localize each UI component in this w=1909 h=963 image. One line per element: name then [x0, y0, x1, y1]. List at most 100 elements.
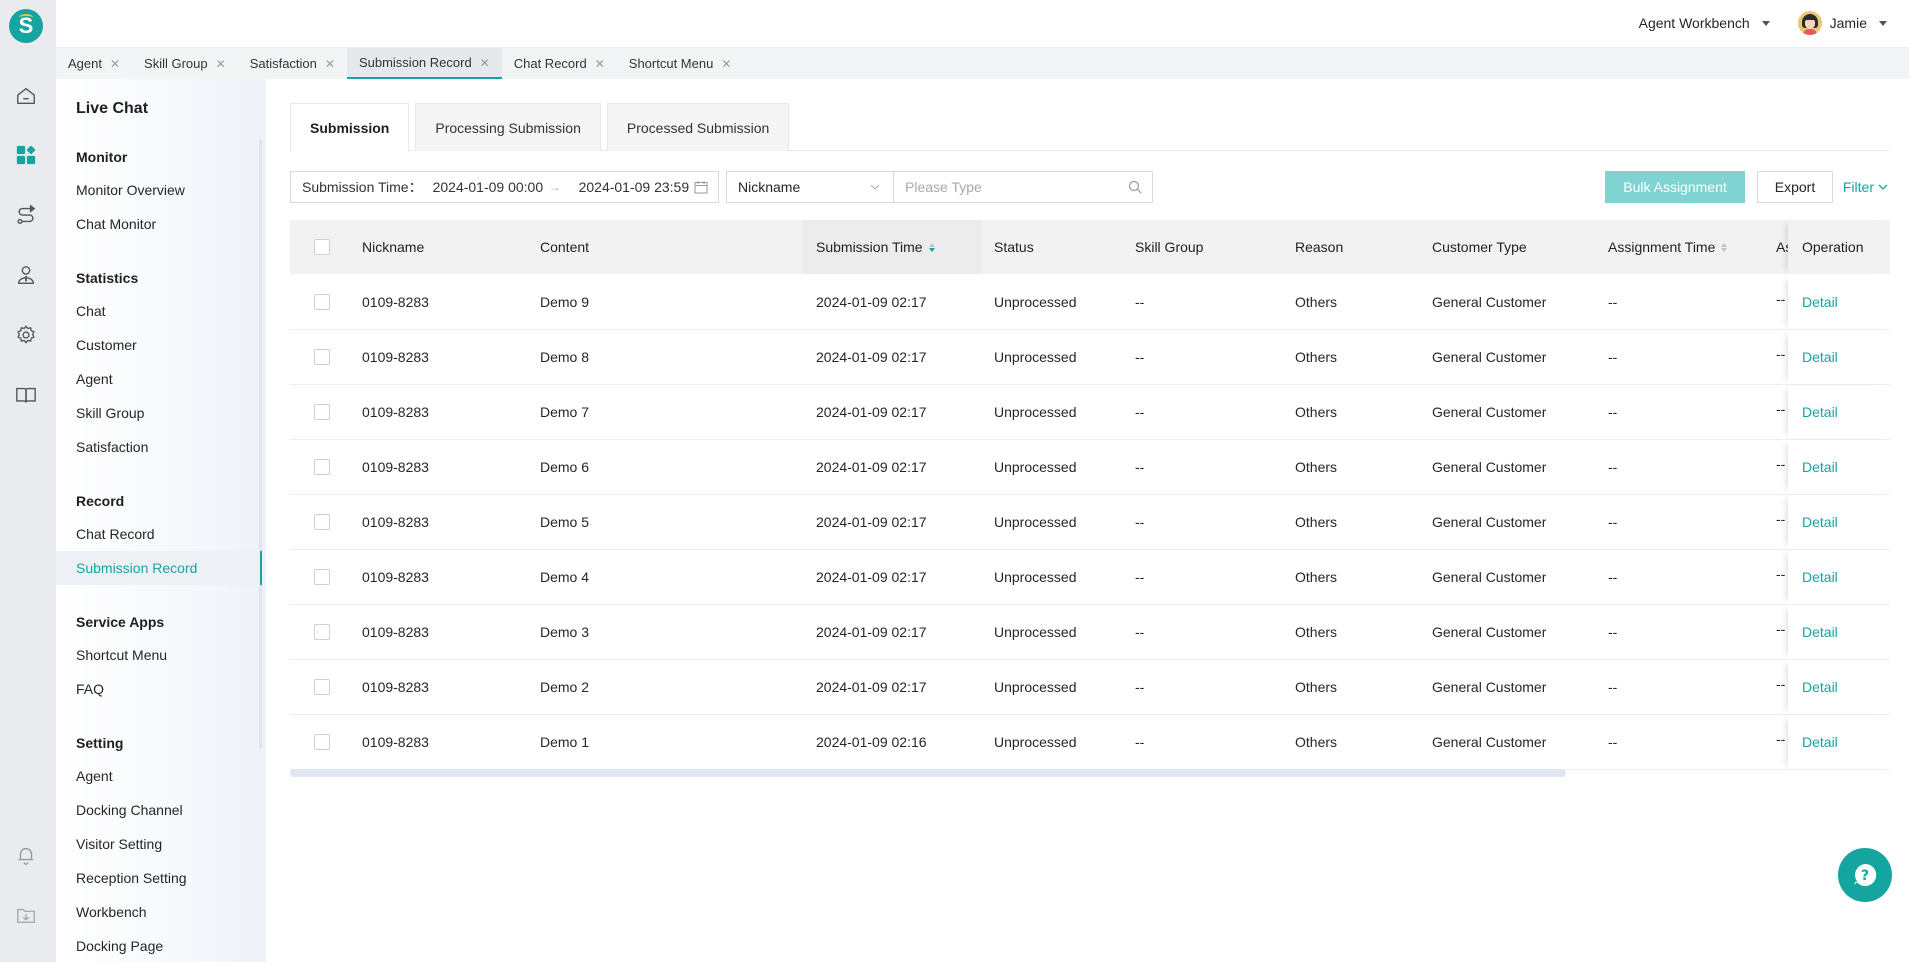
app-logo[interactable]: S	[9, 9, 43, 43]
cell-assigned: --	[1776, 715, 1788, 769]
search-icon[interactable]	[1128, 180, 1142, 194]
workbench-dropdown[interactable]: Agent Workbench	[1639, 15, 1770, 31]
help-button[interactable]: ?	[1838, 848, 1892, 902]
scrollbar-thumb[interactable]	[290, 769, 1566, 777]
sidebar-item-customer[interactable]: Customer	[56, 328, 262, 362]
row-checkbox[interactable]	[314, 349, 330, 365]
sidebar-item-docking-page[interactable]: Docking Page	[56, 929, 262, 963]
row-checkbox[interactable]	[314, 569, 330, 585]
user-menu[interactable]: Jamie	[1798, 11, 1887, 35]
sort-icon[interactable]	[1721, 243, 1727, 252]
row-checkbox[interactable]	[314, 734, 330, 750]
sidebar-item-submission-record[interactable]: Submission Record	[56, 551, 262, 585]
bulk-assignment-button[interactable]: Bulk Assignment	[1605, 171, 1745, 203]
agent-icon[interactable]	[14, 263, 38, 287]
sidebar-item-reception-setting[interactable]: Reception Setting	[56, 861, 262, 895]
book-icon[interactable]	[14, 383, 38, 407]
cell-reason: Others	[1295, 660, 1337, 714]
date-start[interactable]: 2024-01-09 00:00:00	[433, 179, 543, 195]
cell-skill-group: --	[1135, 275, 1144, 329]
sidebar-item-agent-stats[interactable]: Agent	[56, 362, 262, 396]
date-end[interactable]: 2024-01-09 23:59:59	[579, 179, 689, 195]
filter-toggle[interactable]: Filter	[1843, 171, 1889, 203]
cell-assignment-time: --	[1608, 550, 1617, 604]
tab-processing-submission[interactable]: Processing Submission	[415, 103, 601, 151]
search-input[interactable]	[894, 172, 1114, 202]
detail-link[interactable]: Detail	[1802, 294, 1838, 310]
settings-icon[interactable]	[14, 323, 38, 347]
cell-status: Unprocessed	[994, 605, 1077, 659]
export-button[interactable]: Export	[1757, 171, 1833, 203]
close-icon[interactable]: ✕	[595, 57, 605, 71]
download-folder-icon[interactable]	[14, 903, 38, 927]
page-tab-shortcut-menu[interactable]: Shortcut Menu✕	[617, 48, 744, 79]
cell-status: Unprocessed	[994, 385, 1077, 439]
detail-link[interactable]: Detail	[1802, 459, 1838, 475]
sidebar-item-shortcut-menu[interactable]: Shortcut Menu	[56, 638, 262, 672]
bell-icon[interactable]	[14, 843, 38, 867]
home-icon[interactable]	[14, 84, 38, 108]
sidebar-item-chat[interactable]: Chat	[56, 294, 262, 328]
page-tab-agent[interactable]: Agent✕	[56, 48, 132, 79]
calendar-icon	[694, 180, 708, 194]
tab-submission[interactable]: Submission	[290, 103, 409, 152]
row-checkbox[interactable]	[314, 404, 330, 420]
col-submission-time[interactable]: Submission Time	[802, 220, 982, 274]
sidebar-item-visitor-setting[interactable]: Visitor Setting	[56, 827, 262, 861]
table-horizontal-scrollbar[interactable]	[290, 769, 1890, 777]
cell-customer-type: General Customer	[1432, 330, 1546, 384]
sidebar-item-chat-monitor[interactable]: Chat Monitor	[56, 207, 262, 241]
sort-icon[interactable]	[929, 243, 935, 252]
sidebar-item-satisfaction[interactable]: Satisfaction	[56, 430, 262, 464]
row-checkbox[interactable]	[314, 459, 330, 475]
col-assignment-time[interactable]: Assignment Time	[1608, 220, 1727, 274]
sidebar-item-monitor-overview[interactable]: Monitor Overview	[56, 173, 262, 207]
close-icon[interactable]: ✕	[325, 57, 335, 71]
sidebar-item-docking-channel[interactable]: Docking Channel	[56, 793, 262, 827]
close-icon[interactable]: ✕	[480, 56, 490, 70]
sidebar-item-faq[interactable]: FAQ	[56, 672, 262, 706]
detail-link[interactable]: Detail	[1802, 569, 1838, 585]
row-checkbox[interactable]	[314, 294, 330, 310]
search-field-select[interactable]: Nickname	[726, 171, 894, 203]
row-checkbox[interactable]	[314, 624, 330, 640]
operation-cell: Detail	[1788, 385, 1890, 439]
sidebar-item-workbench[interactable]: Workbench	[56, 895, 262, 929]
page-tab-skill-group[interactable]: Skill Group✕	[132, 48, 238, 79]
sidebar-item-chat-record[interactable]: Chat Record	[56, 517, 262, 551]
close-icon[interactable]: ✕	[110, 57, 120, 71]
page-tab-satisfaction[interactable]: Satisfaction✕	[238, 48, 347, 79]
cell-content: Demo 1	[540, 715, 589, 769]
filter-bar: Submission Time： 2024-01-09 00:00:00 → 2…	[290, 171, 1889, 203]
tab-processed-submission[interactable]: Processed Submission	[607, 103, 789, 151]
operation-cell: Detail	[1788, 605, 1890, 659]
svg-text:?: ?	[1861, 868, 1869, 884]
cell-content: Demo 4	[540, 550, 589, 604]
sidebar-item-agent-setting[interactable]: Agent	[56, 759, 262, 793]
detail-link[interactable]: Detail	[1802, 349, 1838, 365]
row-checkbox[interactable]	[314, 679, 330, 695]
close-icon[interactable]: ✕	[216, 57, 226, 71]
detail-link[interactable]: Detail	[1802, 734, 1838, 750]
sidebar-item-skill-group[interactable]: Skill Group	[56, 396, 262, 430]
close-icon[interactable]: ✕	[721, 57, 731, 71]
operation-cell: Detail	[1788, 495, 1890, 549]
sidebar-group-service-apps: Service Apps	[76, 614, 164, 630]
page-tab-chat-record[interactable]: Chat Record✕	[502, 48, 617, 79]
cell-status: Unprocessed	[994, 550, 1077, 604]
detail-link[interactable]: Detail	[1802, 514, 1838, 530]
detail-link[interactable]: Detail	[1802, 404, 1838, 420]
detail-link[interactable]: Detail	[1802, 624, 1838, 640]
table-row: 0109-8283Demo 62024-01-09 02:17Unprocess…	[290, 440, 1890, 495]
detail-link[interactable]: Detail	[1802, 679, 1838, 695]
arrow-right-icon: →	[549, 180, 561, 194]
dashboard-icon[interactable]	[14, 143, 38, 167]
select-all-checkbox[interactable]	[314, 239, 330, 255]
sidebar-group-monitor: Monitor	[76, 149, 127, 165]
row-checkbox[interactable]	[314, 514, 330, 530]
page-tab-submission-record[interactable]: Submission Record✕	[347, 48, 502, 79]
cell-customer-type: General Customer	[1432, 550, 1546, 604]
cell-content: Demo 7	[540, 385, 589, 439]
route-icon[interactable]	[14, 203, 38, 227]
submission-time-range-picker[interactable]: Submission Time： 2024-01-09 00:00:00 → 2…	[290, 171, 719, 203]
